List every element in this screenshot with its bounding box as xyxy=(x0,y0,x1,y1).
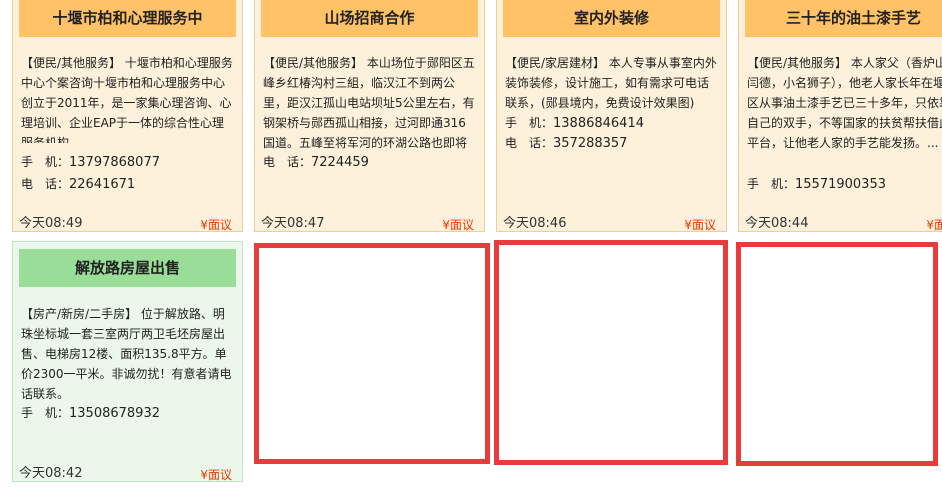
listing-time: 今天08:42 xyxy=(19,466,83,481)
listing-price[interactable]: ¥面议 xyxy=(926,216,942,233)
listing-title[interactable]: 十堰市柏和心理服务中 xyxy=(19,0,236,37)
listing-description: 【房产/新房/二手房】 位于解放路、明珠坐标城一套三室两厅两卫毛坯房屋出售、电梯… xyxy=(21,307,232,401)
listing-card[interactable]: 山场招商合作 【便民/其他服务】 本山场位于郧阳区五峰乡红椿沟村三組，临汉江不到… xyxy=(254,0,485,232)
listing-title[interactable]: 室内外装修 xyxy=(503,0,720,37)
listing-time: 今天08:49 xyxy=(19,216,83,231)
empty-ad-slot xyxy=(494,240,728,465)
listing-price[interactable]: ¥面议 xyxy=(200,466,232,483)
listing-mobile: 手 机：15571900353 xyxy=(747,177,886,192)
listing-card[interactable]: 解放路房屋出售 【房产/新房/二手房】 位于解放路、明珠坐标城一套三室两厅两卫毛… xyxy=(12,241,243,482)
listing-description: 【便民/其他服务】 十堰市柏和心理服务中心个案咨询十堰市柏和心理服务中心创立于2… xyxy=(21,56,233,143)
empty-ad-slot xyxy=(736,242,938,466)
listing-time: 今天08:44 xyxy=(745,216,809,231)
listing-title[interactable]: 山场招商合作 xyxy=(261,0,478,37)
empty-ad-slot xyxy=(254,243,490,464)
listing-phone: 电 话：7224459 xyxy=(263,155,369,170)
listing-card[interactable]: 十堰市柏和心理服务中 【便民/其他服务】 十堰市柏和心理服务中心个案咨询十堰市柏… xyxy=(12,0,243,232)
listing-mobile: 手 机：13797868077 xyxy=(21,155,160,170)
listing-description: 【便民/家居建材】 本人专事从事室内外装饰装修，设计施工，如有需求可电话联系，(… xyxy=(505,56,717,110)
listing-price[interactable]: ¥面议 xyxy=(200,216,232,233)
listing-title[interactable]: 解放路房屋出售 xyxy=(19,249,236,287)
listing-description: 【便民/其他服务】 本人家父（香炉山的闫德，小名狮子），他老人家长年在堰地区从事… xyxy=(747,56,942,150)
listing-description: 【便民/其他服务】 本山场位于郧阳区五峰乡红椿沟村三組，临汉江不到两公里，距汉江… xyxy=(263,56,475,150)
listing-phone: 电 话：22641671 xyxy=(21,177,136,192)
listing-time: 今天08:47 xyxy=(261,216,325,231)
listing-card[interactable]: 室内外装修 【便民/家居建材】 本人专事从事室内外装饰装修，设计施工，如有需求可… xyxy=(496,0,727,232)
listing-title[interactable]: 三十年的油土漆手艺 xyxy=(745,0,942,37)
listing-mobile: 手 机：13508678932 xyxy=(21,406,160,421)
listing-mobile: 手 机：13886846414 xyxy=(505,116,644,131)
listing-price[interactable]: ¥面议 xyxy=(442,216,474,233)
listing-phone: 电 话：357288357 xyxy=(505,136,628,151)
listing-price[interactable]: ¥面议 xyxy=(684,216,716,233)
listing-card[interactable]: 三十年的油土漆手艺 【便民/其他服务】 本人家父（香炉山的闫德，小名狮子），他老… xyxy=(738,0,942,232)
listing-time: 今天08:46 xyxy=(503,216,567,231)
